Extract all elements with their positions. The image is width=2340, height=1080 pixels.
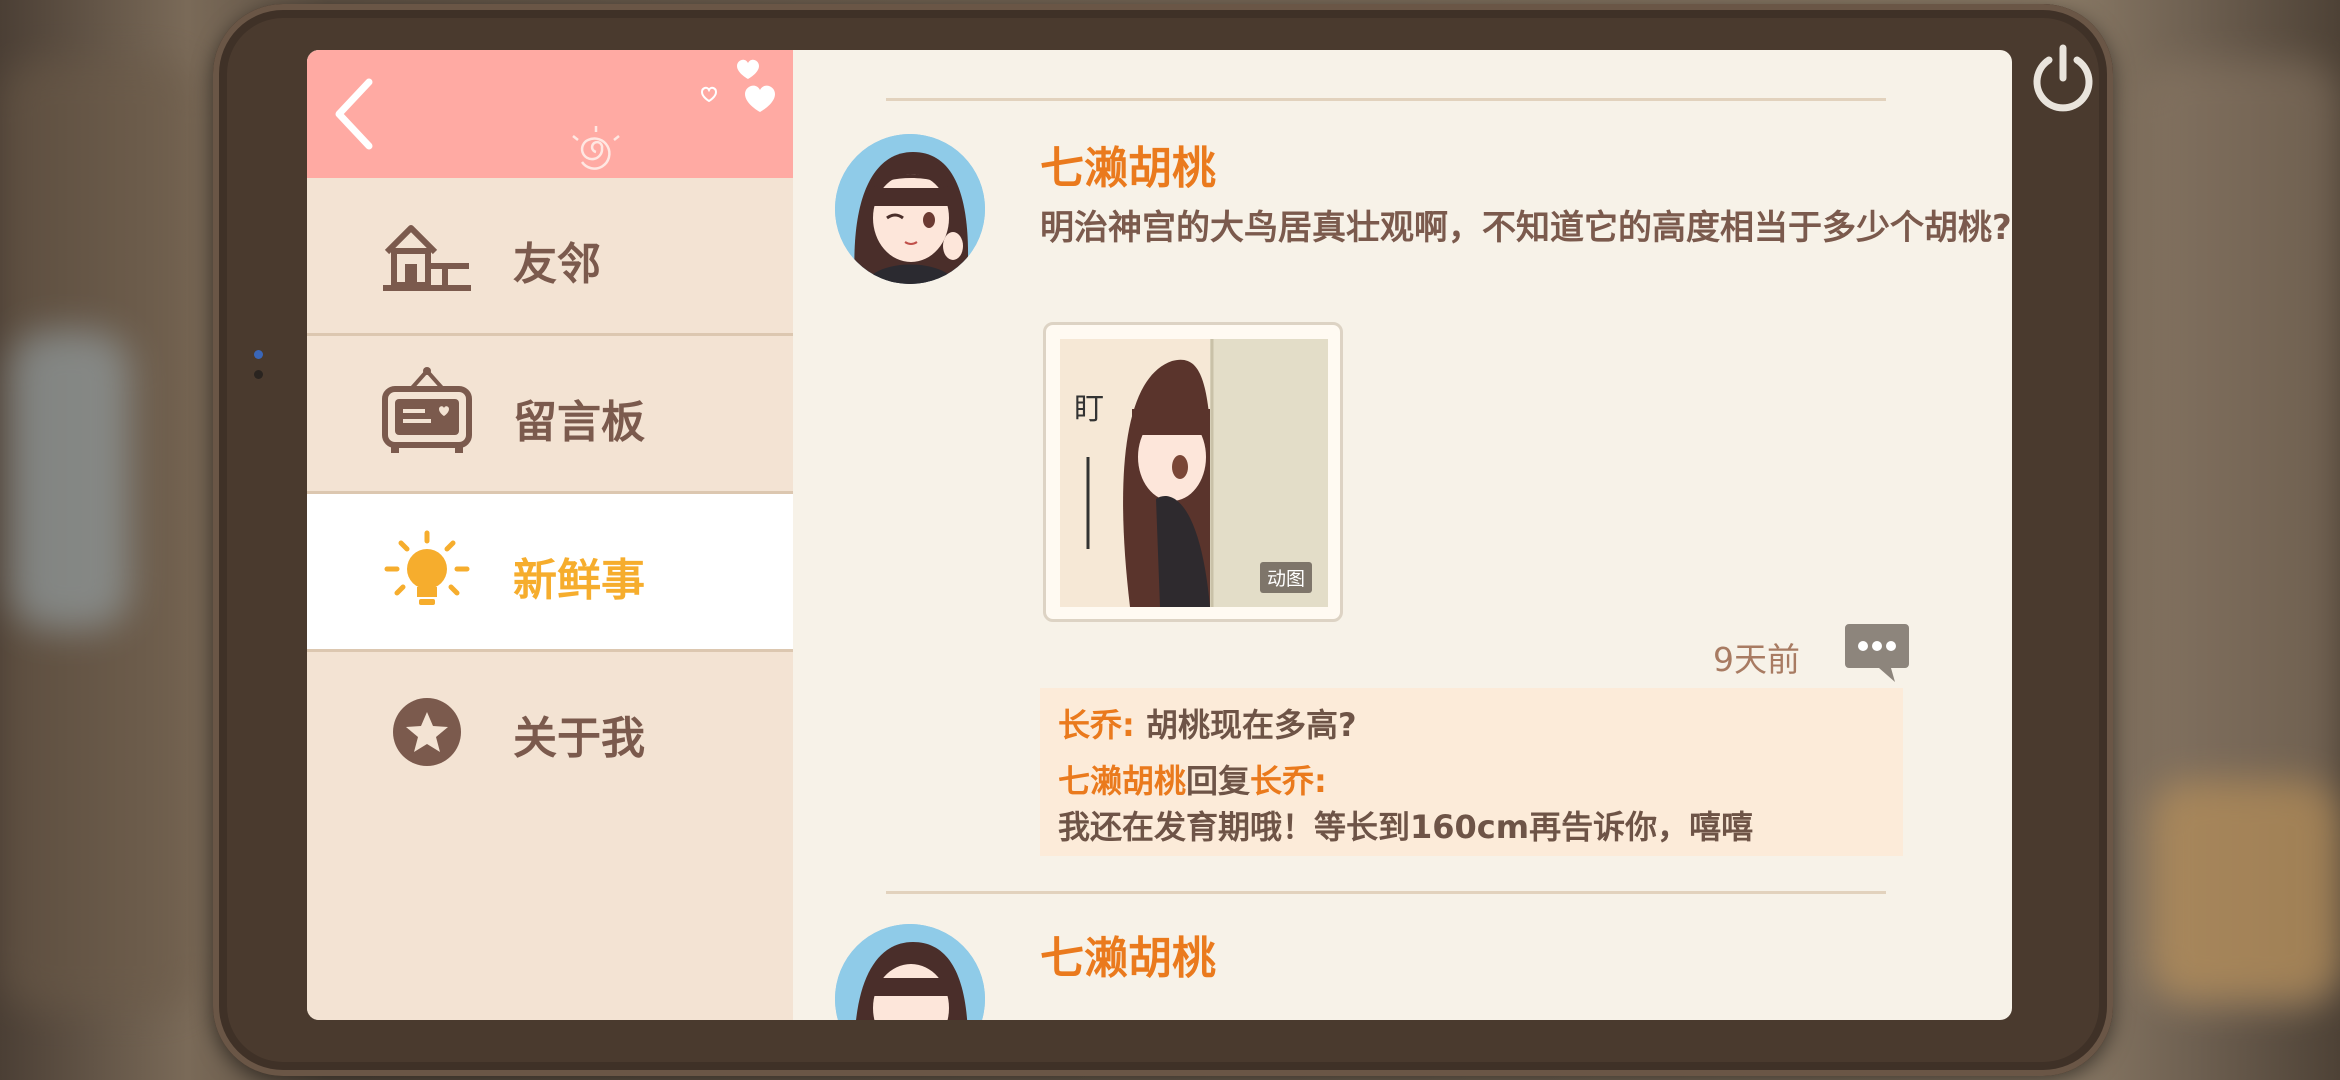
post-timestamp: 9天前: [1713, 640, 1800, 679]
power-button[interactable]: [2025, 40, 2101, 116]
background-left-window: [10, 330, 130, 630]
lightbulb-icon: [384, 530, 470, 605]
gif-badge: 动图: [1259, 562, 1312, 593]
swirl-decoration-icon: [572, 126, 620, 170]
comment-text: 我还在发育期哦！等长到160cm再告诉你，嘻嘻: [1058, 808, 1754, 846]
post-author[interactable]: 七濑胡桃: [1040, 132, 1216, 196]
sticker-caption: 盯: [1074, 392, 1104, 427]
sidebar: 友邻 留言板 新鲜事 关于我: [307, 50, 793, 1020]
comment-text: 胡桃现在多高?: [1145, 706, 1357, 744]
post-image[interactable]: 盯 动图: [1043, 322, 1343, 622]
sidebar-item-label: 新鲜事: [513, 555, 645, 606]
star-circle-icon: [393, 698, 461, 766]
feed: 七濑胡桃 明治神宫的大鸟居真壮观啊，不知道它的高度相当于多少个胡桃? 盯 动图 …: [793, 50, 2012, 1020]
sidebar-item-about-me[interactable]: 关于我: [307, 652, 793, 810]
avatar[interactable]: [835, 924, 985, 1020]
hearts-decoration-icon: [700, 59, 775, 112]
commenter-name[interactable]: 七濑胡桃: [1058, 762, 1186, 800]
message-board-icon: [382, 367, 472, 453]
comment-item[interactable]: 七濑胡桃回复长乔:: [1058, 758, 1885, 804]
back-button[interactable]: [327, 74, 391, 154]
comment-separator: :: [1314, 762, 1327, 800]
speech-bubble-icon: [1845, 624, 1909, 682]
sidebar-item-neighbors[interactable]: 友邻: [307, 178, 793, 336]
commenter-name[interactable]: 长乔: [1058, 706, 1122, 744]
sidebar-item-label: 留言板: [513, 397, 645, 448]
avatar-girl-icon: [835, 134, 985, 284]
sidebar-item-label: 友邻: [513, 239, 601, 290]
tablet-screen: 友邻 留言板 新鲜事 关于我 七濑胡桃 明治神宫的大鸟居真壮观啊，不知道它的高度…: [307, 50, 2012, 1020]
comment-list: 长乔: 胡桃现在多高? 七濑胡桃回复长乔: 我还在发育期哦！等长到160cm再告…: [1040, 688, 1903, 856]
reply-word: 回复: [1186, 762, 1251, 800]
sidebar-header: [307, 50, 793, 178]
comment-separator: :: [1122, 706, 1146, 744]
sticker-image: 盯 动图: [1060, 339, 1328, 607]
sidebar-item-news[interactable]: 新鲜事: [307, 494, 793, 652]
post-author[interactable]: 七濑胡桃: [1040, 922, 1216, 986]
sidebar-item-message-board[interactable]: 留言板: [307, 336, 793, 494]
chevron-left-icon: [335, 78, 373, 150]
comment-item[interactable]: 长乔: 胡桃现在多高?: [1058, 702, 1885, 748]
power-icon: [2033, 44, 2093, 112]
avatar[interactable]: [835, 134, 985, 284]
reply-to-name[interactable]: 长乔: [1250, 762, 1314, 800]
post-text: 明治神宫的大鸟居真壮观啊，不知道它的高度相当于多少个胡桃?: [1040, 208, 2012, 248]
comment-button[interactable]: [1843, 622, 1911, 684]
sensor-dot: [254, 370, 263, 379]
sidebar-item-label: 关于我: [513, 713, 645, 764]
camera-dot: [254, 350, 263, 359]
divider: [886, 98, 1886, 101]
avatar-girl-icon: [835, 924, 985, 1020]
house-icon: [383, 225, 471, 291]
background-right-flowers: [2150, 780, 2340, 1000]
divider: [886, 891, 1886, 894]
